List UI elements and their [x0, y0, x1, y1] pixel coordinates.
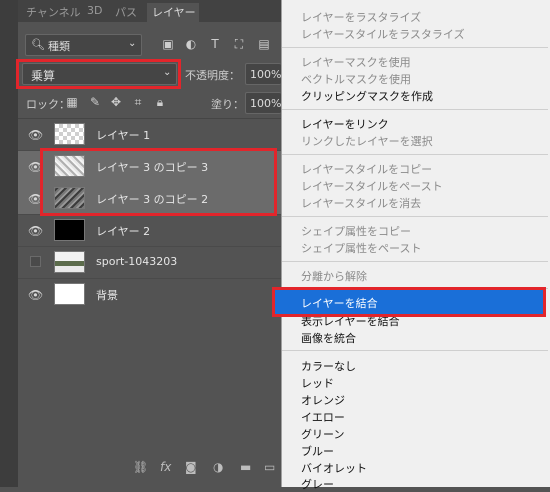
lock-label: ロック： — [26, 98, 70, 111]
menu-item-flatten-image[interactable]: 画像を統合 — [301, 330, 356, 346]
adjustment-icon[interactable]: ◑ — [213, 460, 223, 474]
menu-item-blue[interactable]: ブルー — [301, 443, 334, 459]
tab-layers[interactable]: レイヤー — [152, 4, 196, 20]
smart-object-filter-icon[interactable]: ▤ — [257, 37, 271, 51]
layer-thumbnail — [54, 283, 85, 305]
layer-row[interactable]: 👁︎ レイヤー 2 — [18, 214, 281, 246]
menu-item-select-linked[interactable]: リンクしたレイヤーを選択 — [301, 133, 433, 149]
menu-item-release-isolation[interactable]: 分離から解除 — [301, 268, 367, 284]
menu-separator — [282, 216, 548, 217]
layer-row[interactable]: 👁︎ レイヤー 1 — [18, 118, 281, 150]
menu-item-green[interactable]: グリーン — [301, 426, 344, 442]
eye-icon[interactable]: 👁︎ — [28, 224, 43, 238]
pixel-filter-icon[interactable]: ▣ — [161, 37, 175, 51]
search-icon: 🔍︎ — [31, 38, 45, 51]
annotation-blend-mode — [16, 59, 181, 89]
opacity-label: 不透明度： — [185, 69, 240, 82]
menu-item-copy-style[interactable]: レイヤースタイルをコピー — [301, 161, 432, 177]
menu-separator — [282, 109, 548, 110]
layer-row[interactable]: 👁︎ 背景 — [18, 278, 281, 310]
layer-name: レイヤー 1 — [96, 129, 151, 142]
tab-3d[interactable]: 3D — [87, 4, 102, 17]
lock-artboard-icon[interactable]: ⌗ — [131, 95, 145, 110]
menu-item-use-layer-mask[interactable]: レイヤーマスクを使用 — [301, 54, 411, 70]
menu-item-orange[interactable]: オレンジ — [301, 392, 345, 408]
menu-separator — [282, 154, 548, 155]
type-filter-icon[interactable]: T — [208, 37, 222, 51]
layer-name: 背景 — [96, 289, 118, 302]
eye-icon[interactable]: 👁︎ — [28, 128, 43, 142]
menu-item-violet[interactable]: バイオレット — [301, 460, 367, 476]
annotation-merge-layers — [272, 287, 546, 317]
layer-row[interactable]: sport-1043203 — [18, 246, 281, 278]
opacity-input[interactable]: 100% — [245, 63, 281, 85]
new-layer-icon[interactable]: ▭ — [264, 460, 275, 474]
menu-separator — [282, 261, 548, 262]
lock-paint-icon[interactable]: ✎ — [88, 95, 102, 109]
visibility-toggle[interactable] — [30, 256, 41, 267]
annotation-selected-layers — [40, 148, 277, 216]
menu-item-copy-shape-attributes[interactable]: シェイプ属性をコピー — [301, 223, 411, 239]
eye-icon[interactable]: 👁︎ — [28, 288, 43, 302]
menu-item-yellow[interactable]: イエロー — [301, 409, 345, 425]
fx-icon[interactable]: fx — [160, 460, 171, 474]
shape-filter-icon[interactable]: ⛶ — [232, 37, 246, 52]
fill-value: 100% — [250, 97, 282, 110]
menu-item-red[interactable]: レッド — [301, 375, 334, 391]
lock-transparency-icon[interactable]: ▦ — [65, 95, 79, 109]
menu-separator — [282, 350, 548, 351]
menu-item-rasterize-layer[interactable]: レイヤーをラスタライズ — [301, 9, 421, 25]
lock-move-icon[interactable]: ✥ — [109, 95, 123, 109]
layer-name: sport-1043203 — [96, 255, 178, 268]
menu-item-no-color[interactable]: カラーなし — [301, 358, 356, 374]
chevron-down-icon: ⌄ — [128, 38, 137, 49]
menu-item-paste-style[interactable]: レイヤースタイルをペースト — [301, 178, 443, 194]
menu-separator — [282, 47, 548, 48]
tab-channels[interactable]: チャンネル — [26, 4, 81, 20]
adjustment-filter-icon[interactable]: ◐ — [184, 37, 198, 51]
layer-thumbnail — [54, 251, 85, 273]
filter-kind-label: 種類 — [48, 40, 70, 53]
tab-paths[interactable]: パス — [115, 4, 137, 20]
fill-input[interactable]: 100% — [245, 92, 281, 114]
fill-label: 塗り： — [211, 98, 244, 111]
menu-item-link-layers[interactable]: レイヤーをリンク — [301, 116, 389, 132]
layer-name: レイヤー 2 — [96, 225, 151, 238]
link-icon[interactable]: ⛓ — [133, 460, 148, 474]
menu-item-rasterize-style[interactable]: レイヤースタイルをラスタライズ — [301, 26, 465, 42]
layer-thumbnail — [54, 123, 85, 145]
opacity-value: 100% — [250, 68, 282, 81]
divider — [18, 246, 281, 247]
lock-all-icon[interactable]: 🔒︎ — [153, 95, 167, 110]
menu-item-paste-shape-attributes[interactable]: シェイプ属性をペースト — [301, 240, 421, 256]
menu-item-clear-style[interactable]: レイヤースタイルを消去 — [301, 195, 421, 211]
layer-thumbnail — [54, 219, 85, 241]
divider — [18, 278, 281, 279]
menu-item-gray[interactable]: グレー — [301, 476, 334, 492]
folder-icon[interactable]: ▬ — [240, 460, 251, 474]
layer-filter-select[interactable]: 🔍︎ 種類 ⌄ — [25, 34, 142, 56]
menu-item-create-clipping-mask[interactable]: クリッピングマスクを作成 — [301, 88, 433, 104]
menu-item-use-vector-mask[interactable]: ベクトルマスクを使用 — [301, 71, 411, 87]
mask-icon[interactable]: ◙ — [185, 460, 197, 474]
